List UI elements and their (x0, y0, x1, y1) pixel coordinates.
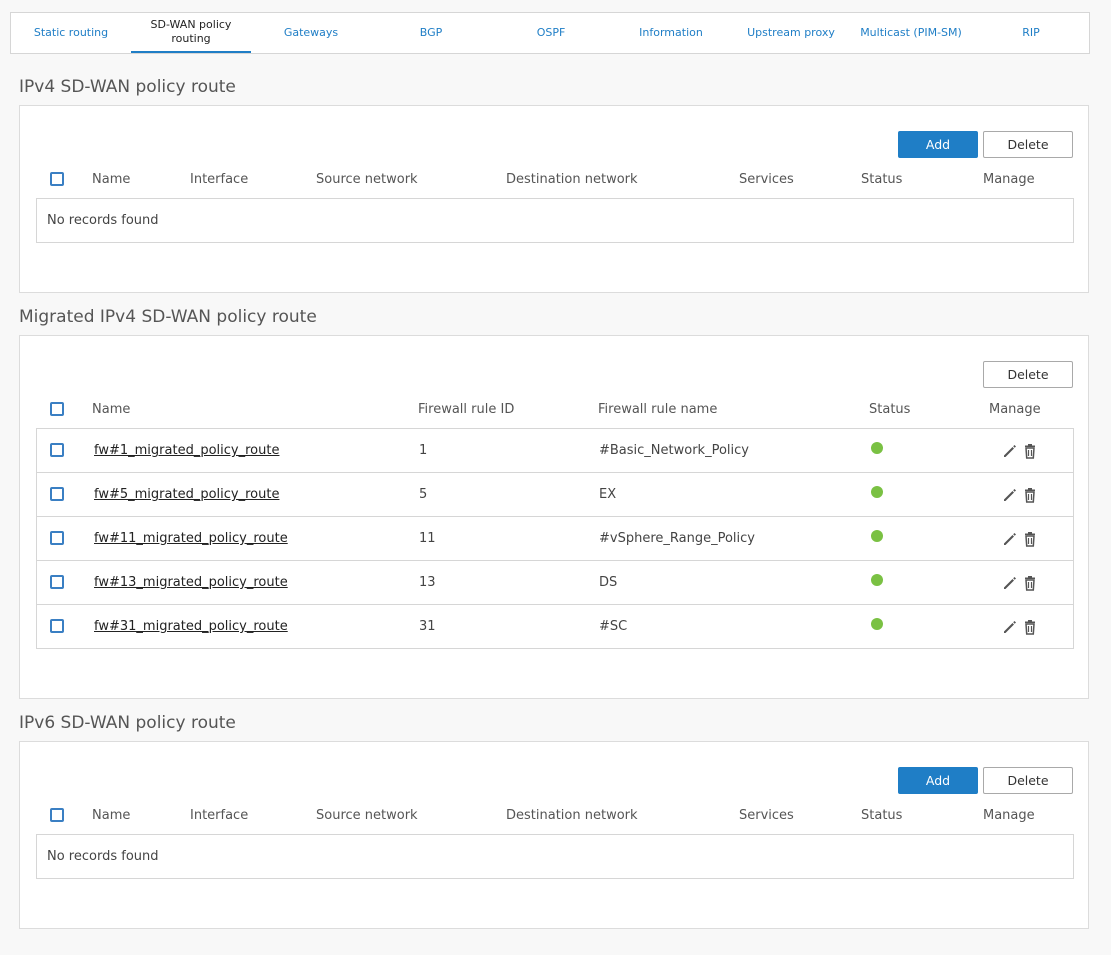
ipv6-col-destination-network[interactable]: Destination network (506, 808, 638, 823)
trash-icon[interactable] (1022, 443, 1038, 459)
row-firewall-rule-id: 5 (419, 487, 428, 502)
pencil-icon[interactable] (1002, 575, 1018, 591)
ipv4-col-destination-network[interactable]: Destination network (506, 172, 638, 187)
status-active-dot (871, 618, 883, 630)
tab-information[interactable]: Information (611, 13, 731, 53)
ipv6-table-body: No records found (36, 834, 1074, 879)
ipv6-select-all-checkbox[interactable] (50, 808, 64, 822)
ipv6-col-services[interactable]: Services (739, 808, 794, 823)
ipv6-section-title: IPv6 SD-WAN policy route (19, 713, 236, 733)
tab-bar: Static routing SD-WAN policy routing Gat… (10, 12, 1090, 54)
row-firewall-rule-id: 31 (419, 619, 436, 634)
migrated-table-body: fw#1_migrated_policy_route 1 #Basic_Netw… (36, 428, 1074, 649)
tab-multicast[interactable]: Multicast (PIM-SM) (851, 13, 971, 53)
ipv6-col-interface[interactable]: Interface (190, 808, 248, 823)
trash-icon[interactable] (1022, 531, 1038, 547)
ipv4-col-interface[interactable]: Interface (190, 172, 248, 187)
pencil-icon[interactable] (1002, 443, 1018, 459)
migrated-col-firewall-rule-id[interactable]: Firewall rule ID (418, 402, 514, 417)
migrated-col-status[interactable]: Status (869, 402, 910, 417)
migrated-delete-button[interactable]: Delete (983, 361, 1073, 388)
row-name-link[interactable]: fw#11_migrated_policy_route (94, 531, 288, 546)
row-checkbox[interactable] (50, 487, 64, 501)
ipv4-col-manage: Manage (983, 172, 1035, 187)
status-active-dot (871, 486, 883, 498)
table-row: fw#11_migrated_policy_route 11 #vSphere_… (37, 517, 1073, 561)
migrated-section-title: Migrated IPv4 SD-WAN policy route (19, 307, 317, 327)
tab-sdwan-policy-routing[interactable]: SD-WAN policy routing (131, 13, 251, 53)
trash-icon[interactable] (1022, 575, 1038, 591)
migrated-col-firewall-rule-name[interactable]: Firewall rule name (598, 402, 717, 417)
migrated-panel: Delete Name Firewall rule ID Firewall ru… (19, 335, 1089, 699)
tab-static-routing[interactable]: Static routing (11, 13, 131, 53)
migrated-select-all-checkbox[interactable] (50, 402, 64, 416)
ipv4-delete-button[interactable]: Delete (983, 131, 1073, 158)
row-checkbox[interactable] (50, 575, 64, 589)
tab-bgp[interactable]: BGP (371, 13, 491, 53)
ipv4-col-status[interactable]: Status (861, 172, 902, 187)
ipv6-delete-button[interactable]: Delete (983, 767, 1073, 794)
pencil-icon[interactable] (1002, 619, 1018, 635)
row-name-link[interactable]: fw#5_migrated_policy_route (94, 487, 279, 502)
table-row: fw#1_migrated_policy_route 1 #Basic_Netw… (37, 429, 1073, 473)
row-firewall-rule-name: #Basic_Network_Policy (599, 443, 749, 458)
migrated-col-name[interactable]: Name (92, 402, 130, 417)
status-active-dot (871, 530, 883, 542)
ipv6-col-status[interactable]: Status (861, 808, 902, 823)
migrated-col-manage: Manage (989, 402, 1041, 417)
row-checkbox[interactable] (50, 443, 64, 457)
table-row: fw#13_migrated_policy_route 13 DS (37, 561, 1073, 605)
table-row: fw#5_migrated_policy_route 5 EX (37, 473, 1073, 517)
ipv4-table-body: No records found (36, 198, 1074, 243)
ipv4-section-title: IPv4 SD-WAN policy route (19, 77, 236, 97)
row-firewall-rule-name: #vSphere_Range_Policy (599, 531, 755, 546)
row-firewall-rule-name: EX (599, 487, 617, 502)
row-firewall-rule-id: 13 (419, 575, 436, 590)
ipv6-empty-message: No records found (47, 849, 159, 864)
ipv6-col-name[interactable]: Name (92, 808, 130, 823)
tab-gateways[interactable]: Gateways (251, 13, 371, 53)
ipv4-col-name[interactable]: Name (92, 172, 130, 187)
row-firewall-rule-name: #SC (599, 619, 628, 634)
row-checkbox[interactable] (50, 531, 64, 545)
ipv4-empty-message: No records found (47, 213, 159, 228)
tab-upstream-proxy[interactable]: Upstream proxy (731, 13, 851, 53)
ipv4-panel: Add Delete Name Interface Source network… (19, 105, 1089, 293)
ipv6-col-manage: Manage (983, 808, 1035, 823)
ipv6-panel: Add Delete Name Interface Source network… (19, 741, 1089, 929)
trash-icon[interactable] (1022, 487, 1038, 503)
status-active-dot (871, 574, 883, 586)
row-name-link[interactable]: fw#31_migrated_policy_route (94, 619, 288, 634)
row-firewall-rule-id: 1 (419, 443, 428, 458)
row-name-link[interactable]: fw#1_migrated_policy_route (94, 443, 279, 458)
pencil-icon[interactable] (1002, 487, 1018, 503)
ipv6-add-button[interactable]: Add (898, 767, 978, 794)
ipv4-col-source-network[interactable]: Source network (316, 172, 418, 187)
status-active-dot (871, 442, 883, 454)
pencil-icon[interactable] (1002, 531, 1018, 547)
tab-rip[interactable]: RIP (971, 13, 1091, 53)
row-name-link[interactable]: fw#13_migrated_policy_route (94, 575, 288, 590)
row-firewall-rule-name: DS (599, 575, 618, 590)
ipv4-select-all-checkbox[interactable] (50, 172, 64, 186)
table-row: fw#31_migrated_policy_route 31 #SC (37, 605, 1073, 649)
ipv4-add-button[interactable]: Add (898, 131, 978, 158)
ipv4-col-services[interactable]: Services (739, 172, 794, 187)
row-checkbox[interactable] (50, 619, 64, 633)
tab-ospf[interactable]: OSPF (491, 13, 611, 53)
trash-icon[interactable] (1022, 619, 1038, 635)
ipv6-col-source-network[interactable]: Source network (316, 808, 418, 823)
row-firewall-rule-id: 11 (419, 531, 436, 546)
